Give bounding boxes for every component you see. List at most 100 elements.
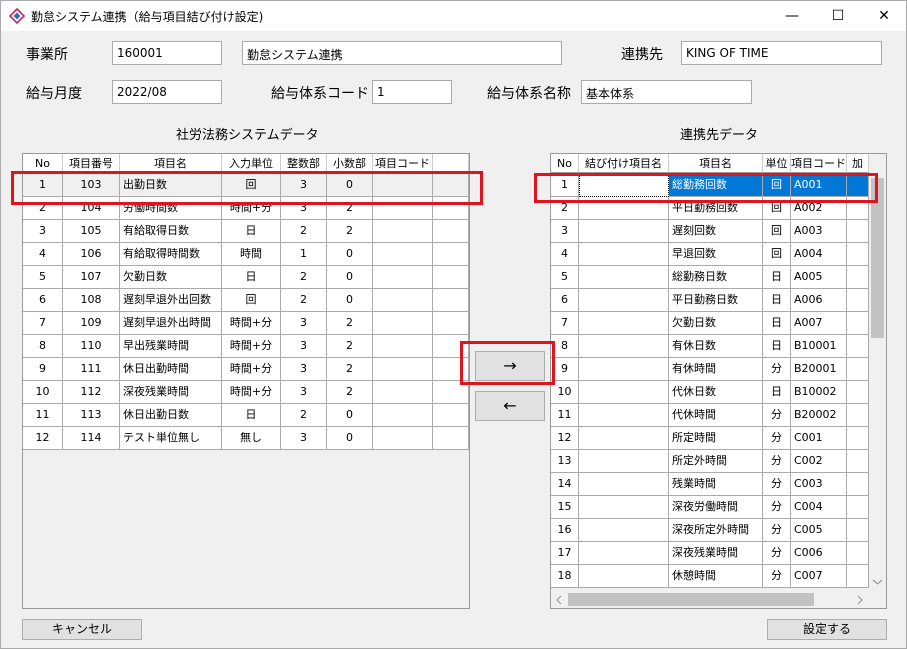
left-header-3[interactable]: 入力単位	[222, 154, 281, 173]
table-cell: 時間+分	[222, 197, 281, 220]
list-item[interactable]: 10 代休日数日 B10002	[551, 381, 869, 404]
table-cell: 0	[327, 266, 373, 289]
left-header-0[interactable]: No	[23, 154, 63, 173]
table-row[interactable]: 10 112 深夜残業時間 時間+分 3 2	[23, 381, 469, 404]
right-vertical-scrollbar[interactable]	[869, 174, 886, 590]
table-cell: 回	[763, 197, 791, 220]
table-row[interactable]: 5 107 欠勤日数日 2 0	[23, 266, 469, 289]
table-cell: 3	[281, 312, 327, 335]
table-cell: 総勤務日数	[669, 266, 763, 289]
list-item[interactable]: 8 有休日数日 B10001	[551, 335, 869, 358]
office-code-field[interactable]: 160001	[112, 41, 222, 65]
system-name-field[interactable]: 基本体系	[581, 80, 752, 104]
right-header-1[interactable]: 結び付け項目名	[579, 154, 669, 173]
table-cell	[579, 450, 669, 473]
list-item[interactable]: 7 欠勤日数日 A007	[551, 312, 869, 335]
right-header-3[interactable]: 単位	[763, 154, 791, 173]
scroll-right-icon[interactable]	[856, 595, 864, 605]
table-cell: 回	[222, 174, 281, 197]
list-item[interactable]: 9 有休時間分 B20001	[551, 358, 869, 381]
table-row[interactable]: 12 114 テスト単位無し 無し 3 0	[23, 427, 469, 450]
left-header-2[interactable]: 項目名	[120, 154, 222, 173]
table-cell: B10002	[791, 381, 847, 404]
close-button[interactable]: ✕	[861, 1, 907, 31]
table-cell: 日	[763, 335, 791, 358]
table-cell: 2	[281, 266, 327, 289]
table-row[interactable]: 11 113 休日出勤日数日 2 0	[23, 404, 469, 427]
table-cell	[373, 358, 433, 381]
list-item[interactable]: 6 平日勤務日数日 A006	[551, 289, 869, 312]
table-cell: 5	[23, 266, 63, 289]
table-cell	[433, 197, 469, 220]
right-horizontal-scrollbar[interactable]	[551, 591, 869, 608]
table-cell	[433, 289, 469, 312]
table-cell: 平日勤務回数	[669, 197, 763, 220]
table-cell: B20002	[791, 404, 847, 427]
list-item[interactable]: 15 深夜労働時間分 C004	[551, 496, 869, 519]
maximize-button[interactable]: ☐	[815, 1, 861, 31]
minimize-button[interactable]: —	[769, 1, 815, 31]
table-row[interactable]: 4 106 有給取得時間数 時間 1 0	[23, 243, 469, 266]
scroll-left-icon[interactable]	[555, 595, 563, 605]
table-row[interactable]: 6 108 遅刻早退外出回数回 2 0	[23, 289, 469, 312]
list-item[interactable]: 11 代休時間分 B20002	[551, 404, 869, 427]
table-row[interactable]: 2 104 労働時間数 時間+分 3 2	[23, 197, 469, 220]
apply-button[interactable]: 設定する	[767, 619, 887, 640]
table-row[interactable]: 8 110 早出残業時間 時間+分 3 2	[23, 335, 469, 358]
list-item[interactable]: 1 総勤務回数回 A001	[551, 174, 869, 197]
scroll-down-icon[interactable]	[872, 578, 883, 586]
table-cell: A006	[791, 289, 847, 312]
right-header-4[interactable]: 項目コード	[791, 154, 847, 173]
left-header-4[interactable]: 整数部	[281, 154, 327, 173]
table-cell: 106	[63, 243, 120, 266]
table-cell	[579, 358, 669, 381]
table-cell: 14	[551, 473, 579, 496]
list-item[interactable]: 17 深夜残業時間分 C006	[551, 542, 869, 565]
table-cell: 5	[551, 266, 579, 289]
link-button[interactable]: →	[475, 351, 545, 381]
right-grid[interactable]: No 結び付け項目名 項目名 単位 項目コード加 1 総勤務回数回 A001 2 平日勤務回数回 A…	[550, 153, 887, 609]
partner-field[interactable]: KING OF TIME	[681, 41, 882, 65]
list-item[interactable]: 4 早退回数回 A004	[551, 243, 869, 266]
right-header-5[interactable]: 加	[847, 154, 869, 173]
left-header-5[interactable]: 小数部	[327, 154, 373, 173]
table-cell: 所定時間	[669, 427, 763, 450]
left-header-1[interactable]: 項目番号	[63, 154, 120, 173]
list-item[interactable]: 13 所定外時間分 C002	[551, 450, 869, 473]
left-grid[interactable]: No 項目番号 項目名 入力単位 整数部 小数部 項目コード 1 103 出勤日数回 3 0 2 104 労…	[22, 153, 470, 609]
table-row[interactable]: 9 111 休日出勤時間 時間+分 3 2	[23, 358, 469, 381]
table-cell: 12	[551, 427, 579, 450]
right-vertical-scroll-thumb[interactable]	[871, 178, 884, 338]
partner-label: 連携先	[621, 47, 663, 63]
table-cell	[373, 266, 433, 289]
list-item[interactable]: 5 総勤務日数日 A005	[551, 266, 869, 289]
list-item[interactable]: 2 平日勤務回数回 A002	[551, 197, 869, 220]
table-row[interactable]: 7 109 遅刻早退外出時間 時間+分 3 2	[23, 312, 469, 335]
table-row[interactable]: 3 105 有給取得日数日 2 2	[23, 220, 469, 243]
list-item[interactable]: 16 深夜所定外時間分 C005	[551, 519, 869, 542]
cancel-button[interactable]: キャンセル	[22, 619, 142, 640]
left-header-6[interactable]: 項目コード	[373, 154, 433, 173]
table-cell	[579, 404, 669, 427]
table-cell	[579, 289, 669, 312]
list-item[interactable]: 14 残業時間分 C003	[551, 473, 869, 496]
right-header-0[interactable]: No	[551, 154, 579, 173]
table-row[interactable]: 1 103 出勤日数回 3 0	[23, 174, 469, 197]
system-code-field[interactable]: 1	[372, 80, 452, 104]
table-cell: 分	[763, 496, 791, 519]
table-cell: 3	[281, 427, 327, 450]
office-name-field[interactable]: 勤怠システム連携	[242, 41, 562, 65]
table-cell: 2	[281, 220, 327, 243]
unlink-button[interactable]: ←	[475, 391, 545, 421]
list-item[interactable]: 12 所定時間分 C001	[551, 427, 869, 450]
list-item[interactable]: 3 遅刻回数回 A003	[551, 220, 869, 243]
table-cell: A001	[791, 174, 847, 197]
left-header-7[interactable]	[433, 154, 469, 173]
list-item[interactable]: 18 休憩時間分 C007	[551, 565, 869, 588]
right-header-2[interactable]: 項目名	[669, 154, 763, 173]
table-cell: 分	[763, 450, 791, 473]
right-horizontal-scroll-thumb[interactable]	[568, 593, 814, 606]
table-cell	[847, 312, 869, 335]
table-cell: 分	[763, 358, 791, 381]
month-field[interactable]: 2022/08	[112, 80, 222, 104]
